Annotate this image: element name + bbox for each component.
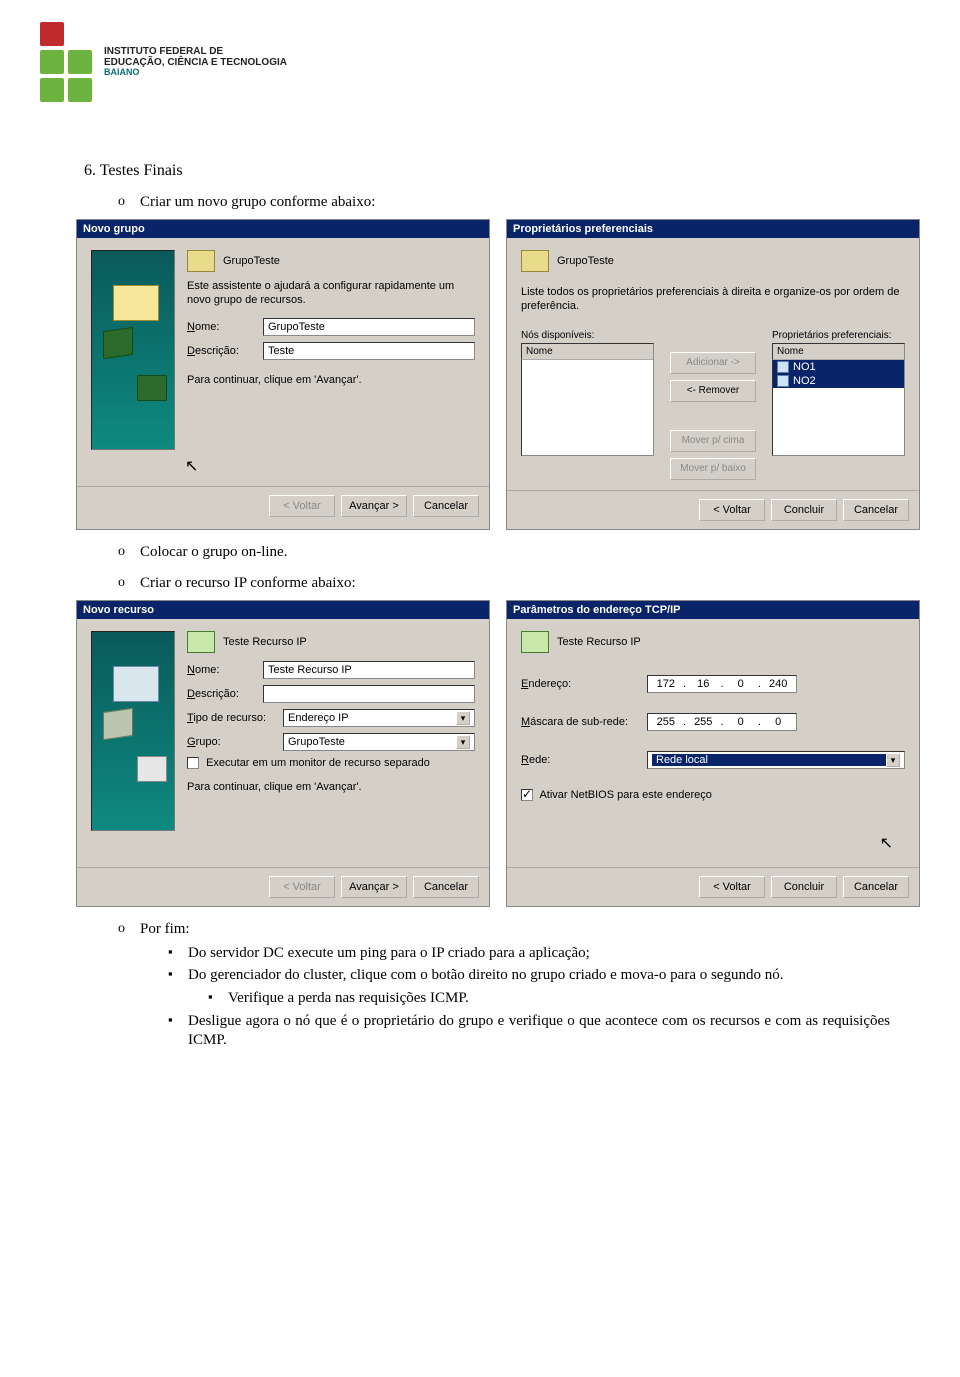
subbullet-ping: Do servidor DC execute um ping para o IP… [188,944,920,963]
cursor-icon: ↖ [880,833,893,853]
group-name-heading: GrupoTeste [223,255,280,267]
help-text: Liste todos os proprietários preferencia… [521,286,905,314]
input-endereco[interactable]: 172. 16. 0. 240 [647,675,797,693]
subbullet-verificar-perda: Verifique a perda nas requisições ICMP. [228,989,920,1008]
label-nos-disponiveis: Nós disponíveis: [521,330,654,341]
back-button[interactable]: < Voltar [269,876,335,898]
resource-name-heading: Teste Recurso IP [557,636,641,648]
label-descricao: Descrição: [187,345,257,357]
dialog-title: Novo grupo [77,220,489,238]
finish-button[interactable]: Concluir [771,876,837,898]
dialog-novo-grupo: Novo grupo GrupoTeste Este assistente o … [76,219,490,530]
move-down-button[interactable]: Mover p/ baixo [670,458,756,480]
list-available[interactable] [521,360,654,456]
subbullet-mover-no: Do gerenciador do cluster, clique com o … [188,966,920,985]
checkbox-label: Executar em um monitor de recurso separa… [206,757,430,769]
checkbox-label: Ativar NetBIOS para este endereço [539,789,711,801]
cancel-button[interactable]: Cancelar [413,495,479,517]
node-icon [777,361,789,373]
label-mascara: Máscara de sub-rede: [521,716,641,728]
continue-hint: Para continuar, clique em 'Avançar'. [187,781,475,795]
list-preferred[interactable]: NO1 NO2 [772,360,905,456]
dialog-title: Parâmetros do endereço TCP/IP [507,601,919,619]
dialog-novo-recurso: Novo recurso Teste Recurso IP Nome: Test… [76,600,490,907]
finish-button[interactable]: Concluir [771,499,837,521]
subbullet-desligar-no: Desligue agora o nó que é o proprietário… [188,1012,920,1050]
next-button[interactable]: Avançar > [341,495,407,517]
back-button[interactable]: < Voltar [699,876,765,898]
group-icon [521,250,549,272]
col-header-nome-right: Nome [772,343,905,360]
input-descricao[interactable]: Teste [263,342,475,360]
bullet-criar-recurso-ip: Criar o recurso IP conforme abaixo: [140,575,920,592]
dialog-title: Proprietários preferenciais [507,220,919,238]
label-tipo: Tipo de recurso: [187,712,277,724]
logo-mark [40,22,92,102]
input-nome[interactable]: GrupoTeste [263,318,475,336]
logo-text: INSTITUTO FEDERAL DE EDUCAÇÃO, CIÊNCIA E… [104,46,287,78]
wizard-sidebar-image [91,250,175,450]
wizard-sidebar-image [91,631,175,831]
col-header-nome-left: Nome [521,343,654,360]
cancel-button[interactable]: Cancelar [843,876,909,898]
label-rede: Rede: [521,754,641,766]
cursor-icon: ↖ [185,456,198,476]
continue-hint: Para continuar, clique em 'Avançar'. [187,374,475,388]
chevron-down-icon: ▾ [456,711,470,725]
help-text: Este assistente o ajudará a configurar r… [187,280,475,308]
remove-button[interactable]: <- Remover [670,380,756,402]
resource-icon [187,631,215,653]
list-item-no2[interactable]: NO2 [773,374,904,388]
add-button[interactable]: Adicionar -> [670,352,756,374]
input-mascara[interactable]: 255. 255. 0. 0 [647,713,797,731]
next-button[interactable]: Avançar > [341,876,407,898]
back-button[interactable]: < Voltar [699,499,765,521]
select-grupo[interactable]: GrupoTeste▾ [283,733,475,751]
group-icon [187,250,215,272]
input-nome[interactable]: Teste Recurso IP [263,661,475,679]
node-icon [777,375,789,387]
label-endereco: Endereço: [521,678,641,690]
chevron-down-icon: ▾ [886,753,900,767]
group-name-heading: GrupoTeste [557,255,614,267]
move-up-button[interactable]: Mover p/ cima [670,430,756,452]
bullet-colocar-online: Colocar o grupo on-line. [140,544,920,561]
chevron-down-icon: ▾ [456,735,470,749]
label-grupo: Grupo: [187,736,277,748]
select-rede[interactable]: Rede local ▾ [647,751,905,769]
list-item-no1[interactable]: NO1 [773,360,904,374]
dialog-title: Novo recurso [77,601,489,619]
label-nome: Nome: [187,664,257,676]
resource-name-heading: Teste Recurso IP [223,636,307,648]
resource-icon [521,631,549,653]
dialog-parametros-tcpip: Parâmetros do endereço TCP/IP Teste Recu… [506,600,920,907]
label-proprietarios-pref: Proprietários preferenciais: [772,330,905,341]
logo: INSTITUTO FEDERAL DE EDUCAÇÃO, CIÊNCIA E… [40,0,920,112]
select-tipo[interactable]: Endereço IP▾ [283,709,475,727]
checkbox-monitor-separado[interactable] [187,757,199,769]
back-button[interactable]: < Voltar [269,495,335,517]
input-descricao[interactable] [263,685,475,703]
cancel-button[interactable]: Cancelar [843,499,909,521]
label-nome: Nome: [187,321,257,333]
bullet-por-fim: Por fim: [140,921,920,938]
bullet-criar-grupo: Criar um novo grupo conforme abaixo: [140,194,920,211]
checkbox-netbios[interactable] [521,789,533,801]
cancel-button[interactable]: Cancelar [413,876,479,898]
label-descricao: Descrição: [187,688,257,700]
section-title: 6. Testes Finais [84,162,920,180]
dialog-proprietarios: Proprietários preferenciais GrupoTeste L… [506,219,920,530]
